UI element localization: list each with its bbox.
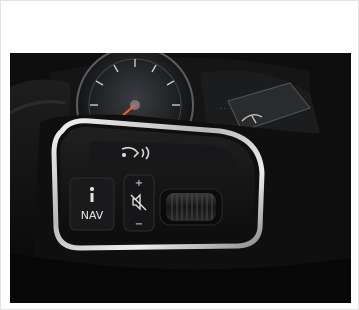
volume-rocker[interactable]: + − xyxy=(123,174,155,232)
photo-canvas: · · NAV + − xyxy=(10,53,351,303)
stalk-marking: · · xyxy=(220,106,226,113)
scroll-wheel-icon[interactable] xyxy=(159,188,223,226)
volume-plus-label: + xyxy=(135,178,143,189)
volume-minus-label: − xyxy=(135,219,143,230)
steering-wheel-photo: · · NAV + − xyxy=(10,53,351,303)
nav-info-button[interactable]: NAV xyxy=(69,177,115,231)
image-frame: · · NAV + − xyxy=(0,0,359,310)
info-icon xyxy=(90,187,94,202)
nav-label: NAV xyxy=(81,209,104,222)
